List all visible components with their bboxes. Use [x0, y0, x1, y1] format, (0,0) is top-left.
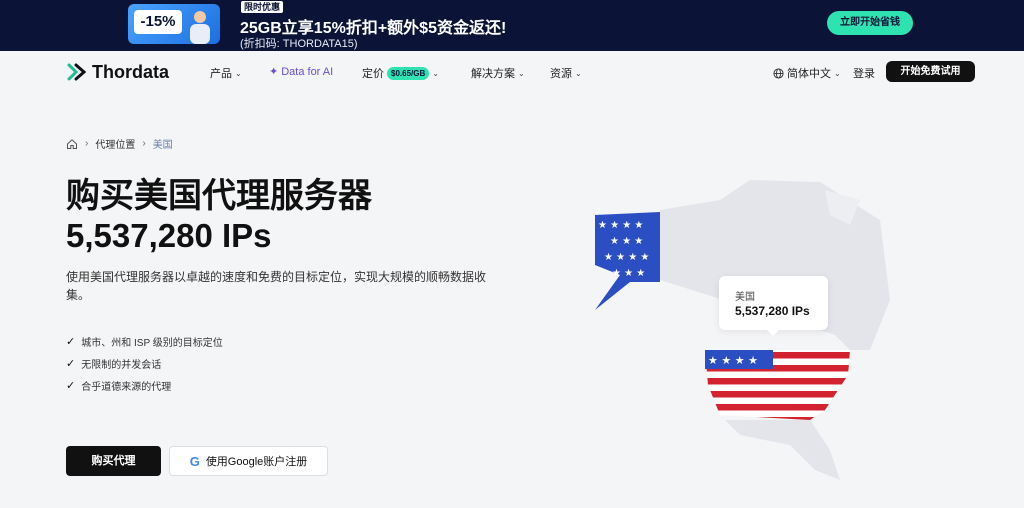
chevron-right-icon: › [142, 138, 146, 149]
chevron-down-icon: ⌄ [575, 68, 582, 78]
nav-item-data-for-ai[interactable]: ✦ Data for AI [269, 65, 334, 79]
google-icon: G [189, 453, 200, 469]
promo-banner: -15% 限时优惠 25GB立享15%折扣+额外$5资金返还! (折扣码: TH… [0, 0, 1024, 51]
chevron-down-icon: ⌄ [235, 68, 242, 78]
person-illustration-icon [190, 11, 210, 44]
sparkle-icon: ✦ [269, 66, 279, 78]
price-badge: $0.65/GB [387, 66, 430, 80]
feature-list: ✓ 城市、州和 ISP 级别的目标定位 ✓ 无限制的并发会话 ✓ 合乎道德来源的… [66, 330, 223, 396]
brand-name: Thordata [92, 61, 170, 82]
logo[interactable]: Thordata [66, 61, 169, 83]
feature-item: ✓ 无限制的并发会话 [66, 352, 223, 374]
svg-text:★ ★ ★ ★: ★ ★ ★ ★ [604, 252, 649, 263]
north-america-map: ★ ★ ★ ★ ★ ★ ★ ★ ★ ★ ★ ★ ★ ★ ★ ★ ★ ★ [595, 180, 890, 480]
check-icon: ✓ [66, 357, 76, 370]
language-selector[interactable]: 简体中文 ⌄ [773, 65, 841, 81]
hero-description: 使用美国代理服务器以卓越的速度和免费的目标定位，实现大规模的顺畅数据收集。 [66, 270, 487, 302]
google-signup-button[interactable]: G 使用Google账户注册 [169, 446, 328, 476]
nav-item-products[interactable]: 产品 ⌄ [210, 65, 242, 81]
main-nav: Thordata 产品 ⌄ ✦ Data for AI 定价 $0.65/GB … [0, 51, 1024, 94]
country-tooltip: 美国 5,537,280 IPs [719, 276, 828, 336]
chevron-right-icon: › [85, 138, 89, 149]
svg-text:★ ★ ★: ★ ★ ★ [610, 236, 643, 247]
promo-tag: 限时优惠 [241, 1, 284, 13]
breadcrumb-item[interactable]: 代理位置 [95, 136, 135, 151]
check-icon: ✓ [66, 379, 76, 392]
nav-label: 解决方案 [471, 68, 515, 80]
svg-text:★ ★ ★: ★ ★ ★ [612, 268, 645, 279]
nav-label: Data for AI [281, 65, 334, 78]
globe-icon [773, 67, 784, 79]
nav-item-resources[interactable]: 资源 ⌄ [550, 65, 582, 81]
feature-text: 合乎道德来源的代理 [81, 381, 172, 393]
google-signup-label: 使用Google账户注册 [205, 456, 308, 468]
language-label: 简体中文 [787, 68, 831, 80]
thordata-logo-icon [67, 63, 87, 81]
login-label: 登录 [853, 68, 875, 80]
promo-image: -15% [128, 4, 220, 44]
tooltip-country: 美国 [735, 292, 755, 303]
chevron-down-icon: ⌄ [518, 68, 525, 78]
check-icon: ✓ [66, 335, 76, 348]
login-link[interactable]: 登录 [853, 65, 875, 81]
free-trial-button[interactable]: 开始免费试用 [886, 61, 975, 82]
nav-label: 定价 [362, 68, 384, 80]
nav-label: 产品 [210, 68, 232, 80]
nav-item-pricing[interactable]: 定价 $0.65/GB ⌄ [362, 65, 439, 81]
tooltip-ip-count: 5,537,280 IPs [735, 304, 810, 318]
ip-count: 5,537,280 IPs [66, 217, 272, 254]
page-title: 购买美国代理服务器 [66, 177, 372, 215]
chevron-down-icon: ⌄ [834, 68, 841, 78]
discount-badge: -15% [134, 10, 182, 34]
feature-item: ✓ 合乎道德来源的代理 [66, 374, 223, 396]
breadcrumb: › 代理位置 › 美国 [66, 136, 173, 151]
feature-item: ✓ 城市、州和 ISP 级别的目标定位 [66, 330, 223, 352]
mexico-landmass [725, 420, 840, 480]
nav-item-solutions[interactable]: 解决方案 ⌄ [471, 65, 525, 81]
feature-text: 城市、州和 ISP 级别的目标定位 [81, 337, 223, 349]
feature-text: 无限制的并发会话 [81, 359, 162, 371]
promo-cta-button[interactable]: 立即开始省钱 [827, 11, 913, 35]
breadcrumb-current: 美国 [152, 140, 173, 151]
promo-code: (折扣码: THORDATA15) [240, 38, 358, 50]
nav-label: 资源 [550, 68, 572, 80]
usa-canton-stars: ★ ★ ★ ★ [708, 354, 758, 367]
home-icon[interactable] [66, 138, 78, 150]
chevron-down-icon: ⌄ [432, 68, 439, 78]
svg-text:★ ★ ★ ★: ★ ★ ★ ★ [598, 220, 643, 231]
buy-proxy-button[interactable]: 购买代理 [66, 446, 161, 476]
